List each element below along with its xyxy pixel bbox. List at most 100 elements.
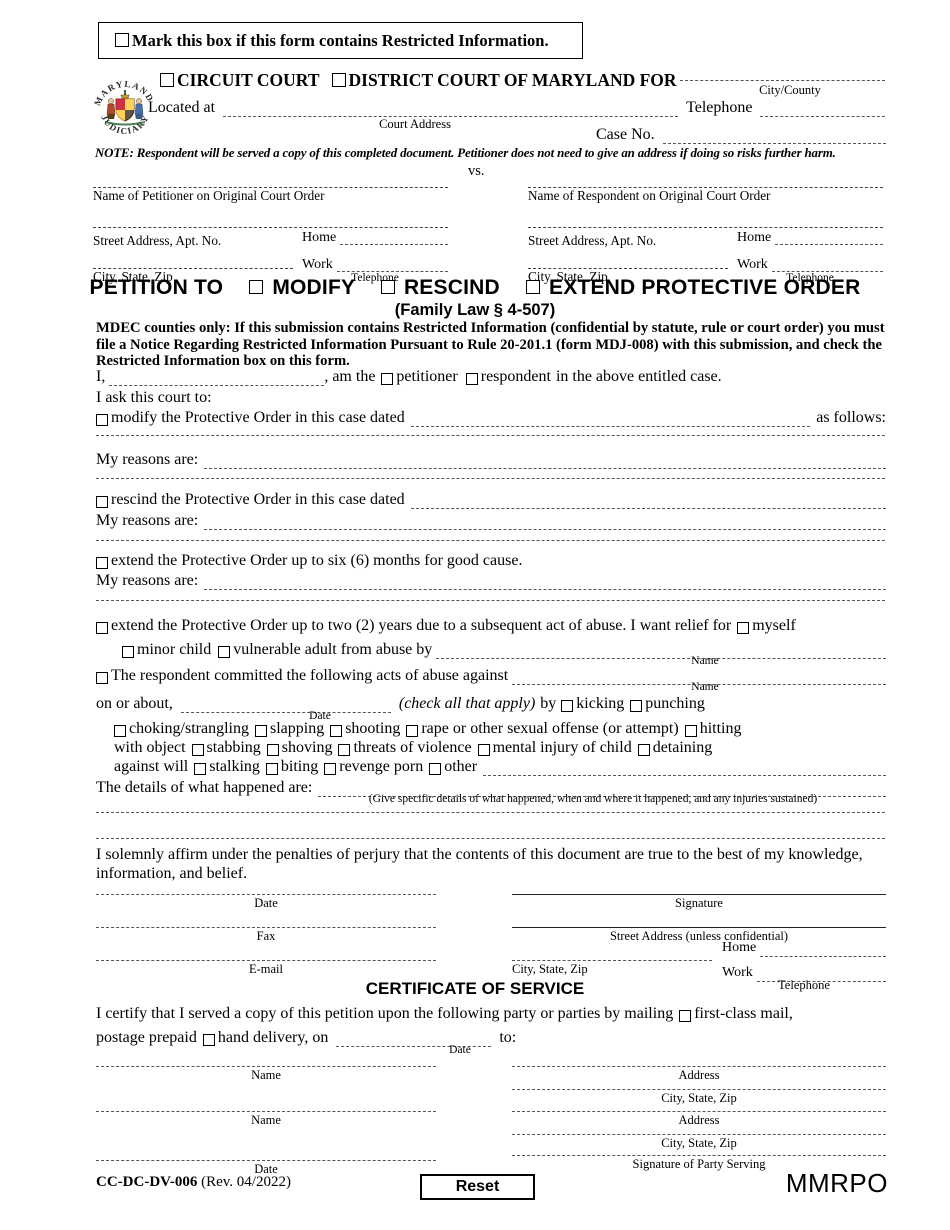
hand-delivery-checkbox[interactable] xyxy=(202,1034,215,1046)
on-or-about-label: on or about, xyxy=(96,695,173,712)
extend-label: EXTEND PROTECTIVE ORDER xyxy=(549,276,861,299)
modify-request-checkbox[interactable] xyxy=(96,414,108,426)
signer-home-phone-input[interactable] xyxy=(760,944,886,957)
modify-date-input[interactable] xyxy=(410,414,811,427)
respondent-work-phone-input[interactable] xyxy=(771,259,883,272)
rescind-request-label: rescind the Protective Order in this cas… xyxy=(111,491,405,508)
rescind-date-input[interactable] xyxy=(410,496,886,509)
respondent-home-label: Home xyxy=(737,230,772,245)
respondent-role-checkbox[interactable] xyxy=(465,373,478,385)
service-city-2-caption: City, State, Zip xyxy=(661,1136,737,1150)
act-other-checkbox[interactable] xyxy=(429,763,442,775)
extend-checkbox[interactable] xyxy=(525,280,540,294)
relief-myself-checkbox[interactable] xyxy=(737,622,750,634)
act-shooting-checkbox[interactable] xyxy=(330,725,343,737)
district-court-checkbox[interactable] xyxy=(331,73,346,87)
act-hitting-object-cont-label: with object xyxy=(114,739,186,756)
relief-vulnerable-adult-checkbox[interactable] xyxy=(218,646,231,658)
respondent-name-input[interactable] xyxy=(528,172,883,188)
circuit-court-checkbox[interactable] xyxy=(160,73,174,87)
act-choking-checkbox[interactable] xyxy=(114,725,126,737)
petitioner-work-phone-input[interactable] xyxy=(336,259,448,272)
extend-six-reasons-input-2[interactable] xyxy=(96,600,885,601)
act-slapping-checkbox[interactable] xyxy=(254,725,267,737)
service-address-1-input[interactable] xyxy=(512,1066,886,1067)
act-kicking-checkbox[interactable] xyxy=(561,700,574,712)
petitioner-home-phone-input[interactable] xyxy=(340,232,448,245)
petitioner-street-input[interactable] xyxy=(93,212,448,228)
act-shoving-checkbox[interactable] xyxy=(266,744,279,756)
petitioner-city-input[interactable] xyxy=(93,253,293,269)
respondent-street-input[interactable] xyxy=(528,212,883,228)
petitioner-name-input[interactable] xyxy=(93,172,448,188)
affirm-signature-input[interactable] xyxy=(512,894,886,895)
respondent-city-input[interactable] xyxy=(528,253,728,269)
relief-minor-child-checkbox[interactable] xyxy=(122,646,134,658)
act-biting-checkbox[interactable] xyxy=(265,763,278,775)
rescind-request-checkbox[interactable] xyxy=(96,496,108,508)
signer-city-input[interactable] xyxy=(512,960,712,961)
court-address-caption: Court Address xyxy=(379,117,451,131)
act-mental-injury-checkbox[interactable] xyxy=(477,744,490,756)
extend-six-reasons-row: My reasons are: xyxy=(96,571,886,590)
act-slapping-label: slapping xyxy=(269,720,325,737)
modify-reasons-input-1[interactable] xyxy=(204,456,886,469)
details-input-3[interactable] xyxy=(96,838,885,839)
city-county-caption: City/County xyxy=(759,83,821,97)
extend-two-years-checkbox[interactable] xyxy=(96,622,108,634)
restricted-information-checkbox[interactable] xyxy=(115,33,129,47)
act-biting-label: biting xyxy=(280,758,319,775)
reset-button[interactable]: Reset xyxy=(420,1174,535,1200)
act-other-input[interactable] xyxy=(483,763,886,776)
signer-street-input[interactable] xyxy=(512,927,886,928)
modify-as-follows-label: as follows: xyxy=(816,409,886,426)
entitled-case-label: in the above entitled case. xyxy=(555,368,722,385)
modify-reasons-input-2[interactable] xyxy=(96,478,885,479)
respondent-home-phone-input[interactable] xyxy=(775,232,883,245)
details-input-2[interactable] xyxy=(96,812,885,813)
rescind-checkbox[interactable] xyxy=(380,280,395,294)
act-hitting-object-checkbox[interactable] xyxy=(684,725,697,737)
modify-reasons-row: My reasons are: xyxy=(96,450,886,469)
extend-six-reasons-input-1[interactable] xyxy=(204,577,886,590)
service-city-1-input[interactable] xyxy=(512,1089,886,1090)
restricted-information-box: Mark this box if this form contains Rest… xyxy=(98,22,583,59)
petitioner-role-checkbox[interactable] xyxy=(381,373,394,385)
act-stalking-checkbox[interactable] xyxy=(194,763,207,775)
fax-input[interactable] xyxy=(96,927,436,928)
act-threats-checkbox[interactable] xyxy=(338,744,351,756)
court-address-input[interactable] xyxy=(223,104,679,117)
service-name-1-input[interactable] xyxy=(96,1066,436,1067)
respondent-committed-label: The respondent committed the following a… xyxy=(111,667,509,684)
respondent-block: Name of Respondent on Original Court Ord… xyxy=(528,172,883,284)
rescind-reasons-input-2[interactable] xyxy=(96,540,885,541)
extend-six-months-checkbox[interactable] xyxy=(96,557,108,569)
service-name-2-input[interactable] xyxy=(96,1111,436,1112)
service-address-2-input[interactable] xyxy=(512,1111,886,1112)
court-telephone-input[interactable] xyxy=(760,104,885,117)
act-threats-label: threats of violence xyxy=(353,739,472,756)
act-detaining-checkbox[interactable] xyxy=(637,744,650,756)
details-caption: (Give specific details of what happened,… xyxy=(368,793,818,805)
service-city-2-input[interactable] xyxy=(512,1134,886,1135)
first-class-mail-checkbox[interactable] xyxy=(679,1010,692,1022)
affirmation-text: I solemnly affirm under the penalties of… xyxy=(96,846,863,882)
declarant-name-input[interactable] xyxy=(109,373,325,386)
act-rape-checkbox[interactable] xyxy=(406,725,419,737)
modify-checkbox[interactable] xyxy=(249,280,264,294)
case-no-input[interactable] xyxy=(662,131,886,144)
acts-list-row-1: choking/strangling slapping shooting rap… xyxy=(96,719,886,738)
service-date-2-input[interactable] xyxy=(96,1160,436,1161)
certificate-line-1-label: I certify that I served a copy of this p… xyxy=(96,1005,674,1022)
respondent-committed-checkbox[interactable] xyxy=(96,672,108,684)
act-punching-checkbox[interactable] xyxy=(630,700,643,712)
fax-caption: Fax xyxy=(256,929,276,943)
act-stabbing-checkbox[interactable] xyxy=(191,744,204,756)
rescind-reasons-input-1[interactable] xyxy=(204,517,886,530)
modify-detail-line-1[interactable] xyxy=(96,435,885,436)
act-revenge-porn-checkbox[interactable] xyxy=(324,763,337,775)
service-signature-input[interactable] xyxy=(512,1155,886,1156)
affirm-date-input[interactable] xyxy=(96,894,436,895)
city-county-input[interactable] xyxy=(680,80,885,81)
email-input[interactable] xyxy=(96,960,436,961)
